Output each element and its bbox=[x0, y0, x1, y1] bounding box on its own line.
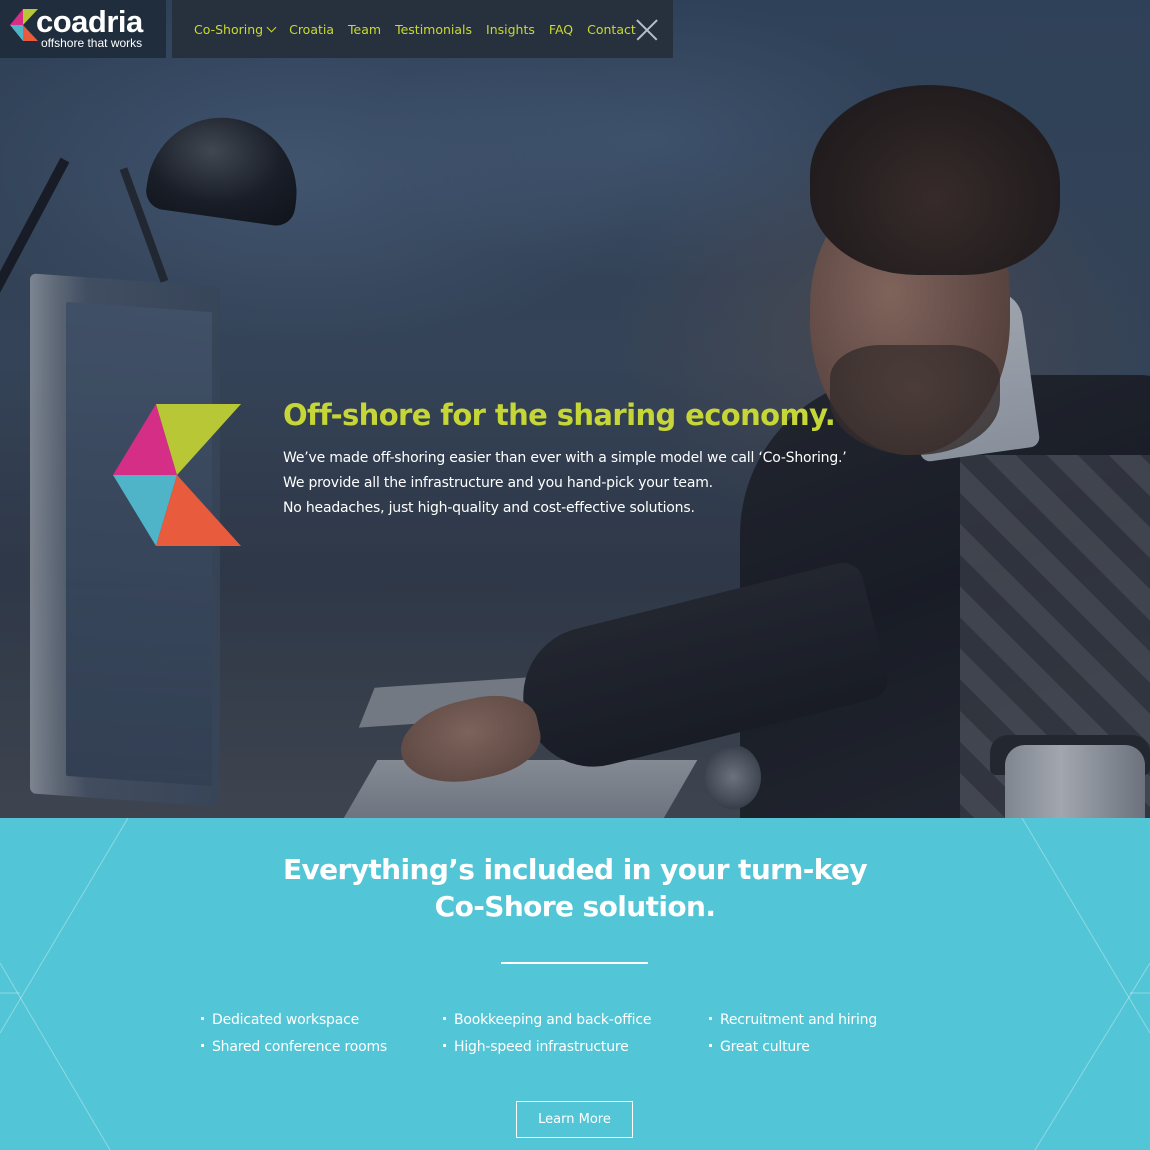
list-item: Great culture bbox=[709, 1034, 877, 1061]
features-section: Everything’s included in your turn-key C… bbox=[0, 818, 1150, 1150]
features-column: Recruitment and hiring Great culture bbox=[709, 1007, 877, 1061]
features-title-line1: Everything’s included in your turn-key bbox=[282, 853, 868, 886]
features-column: Bookkeeping and back-office High-speed i… bbox=[443, 1007, 651, 1061]
nav-item-label: Co-Shoring bbox=[194, 21, 264, 37]
list-item: Bookkeeping and back-office bbox=[443, 1007, 651, 1034]
list-item: Shared conference rooms bbox=[201, 1034, 387, 1061]
nav-item-label: FAQ bbox=[548, 21, 574, 37]
nav-item-label: Contact bbox=[587, 21, 636, 37]
nav-item-contact[interactable]: Contact bbox=[587, 22, 636, 37]
coadria-logo-icon bbox=[10, 9, 38, 41]
hero-line: We’ve made off-shoring easier than ever … bbox=[283, 450, 847, 466]
nav-item-team[interactable]: Team bbox=[348, 22, 381, 37]
hero-line: We provide all the infrastructure and yo… bbox=[283, 475, 713, 491]
features-column: Dedicated workspace Shared conference ro… bbox=[201, 1007, 387, 1061]
nav-item-label: Testimonials bbox=[395, 21, 473, 37]
nav-item-label: Insights bbox=[486, 21, 535, 37]
nav-item-testimonials[interactable]: Testimonials bbox=[395, 22, 472, 37]
learn-more-button[interactable]: Learn More bbox=[516, 1101, 633, 1138]
logo-tagline: offshore that works bbox=[41, 36, 143, 50]
hero-title: Off-shore for the sharing economy. bbox=[283, 398, 836, 432]
list-item: Dedicated workspace bbox=[201, 1007, 387, 1034]
hero-line: No headaches, just high-quality and cost… bbox=[283, 500, 695, 516]
nav-item-croatia[interactable]: Croatia bbox=[289, 22, 334, 37]
main-nav: Co-Shoring Croatia Team Testimonials Ins… bbox=[172, 0, 673, 58]
logo-wordmark: coadria bbox=[36, 4, 143, 39]
title-divider bbox=[501, 962, 648, 964]
nav-item-co-shoring[interactable]: Co-Shoring bbox=[194, 21, 277, 37]
list-item: Recruitment and hiring bbox=[709, 1007, 877, 1034]
nav-item-label: Team bbox=[348, 21, 382, 37]
nav-item-label: Croatia bbox=[289, 21, 335, 37]
chevron-down-icon bbox=[266, 22, 277, 32]
features-title-line2: Co-Shore solution. bbox=[434, 890, 716, 923]
hero-description: We’ve made off-shoring easier than ever … bbox=[283, 446, 847, 521]
nav-item-insights[interactable]: Insights bbox=[486, 22, 535, 37]
close-icon[interactable] bbox=[636, 19, 658, 41]
nav-item-faq[interactable]: FAQ bbox=[549, 22, 573, 37]
coadria-hexagon-mark-icon bbox=[113, 404, 241, 546]
list-item: High-speed infrastructure bbox=[443, 1034, 651, 1061]
site-logo[interactable]: coadria offshore that works bbox=[0, 0, 166, 58]
